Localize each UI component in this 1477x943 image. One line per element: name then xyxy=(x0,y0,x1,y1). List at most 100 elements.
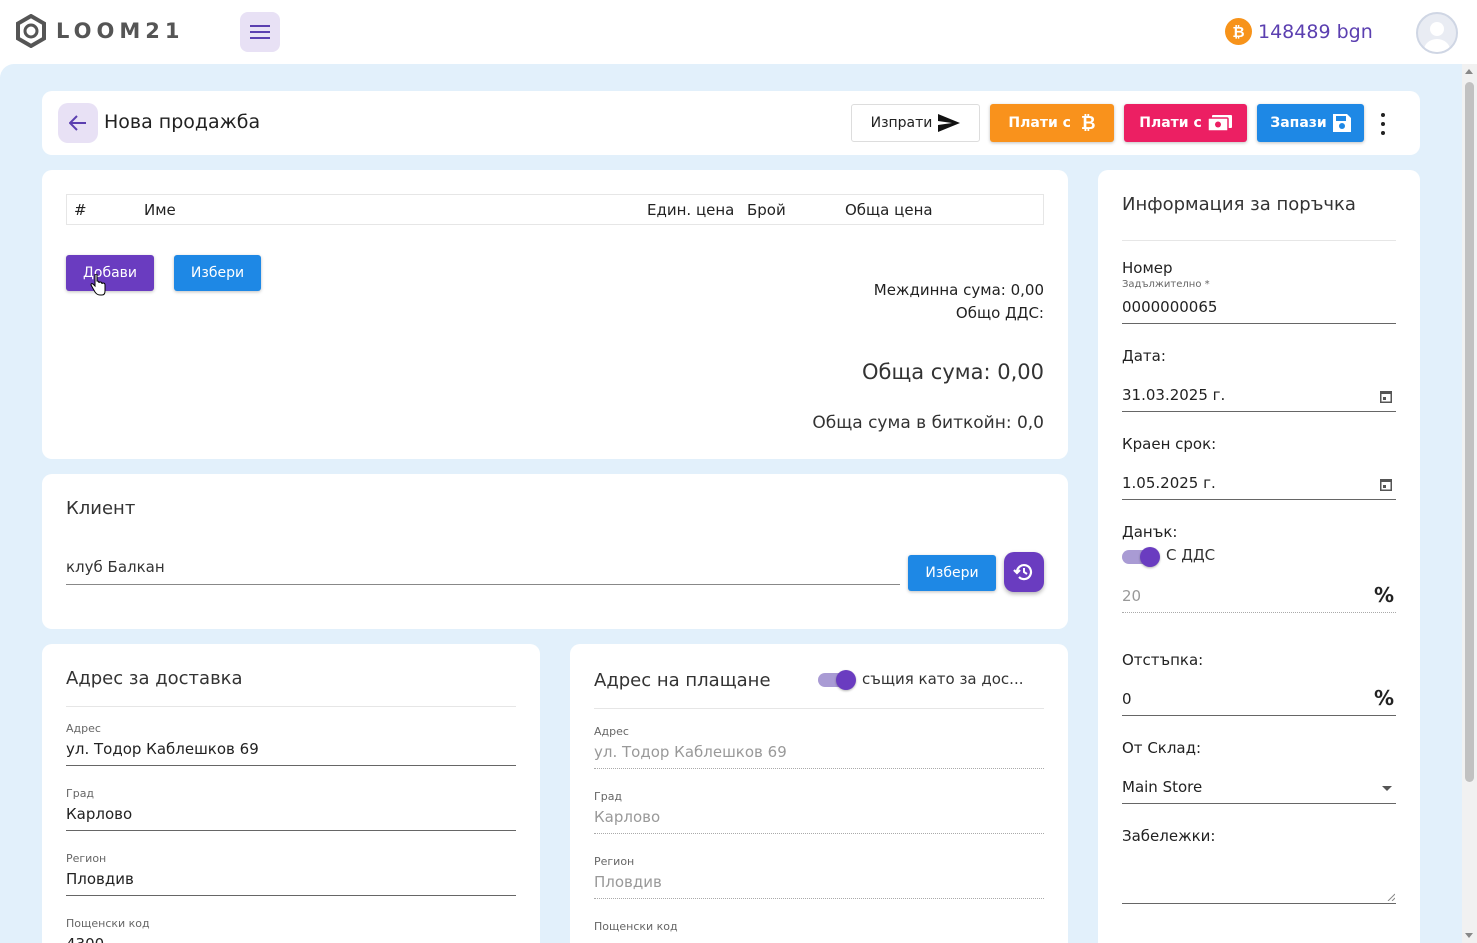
scroll-up-icon[interactable] xyxy=(1465,69,1473,74)
shipping-zip-input[interactable]: 4300 xyxy=(66,935,516,943)
shipping-region-label: Регион xyxy=(66,852,107,865)
user-icon xyxy=(1424,22,1450,52)
total-bitcoin-text: Обща сума в биткойн: 0,0 xyxy=(812,413,1044,433)
mouse-cursor-icon xyxy=(90,274,106,296)
notes-label: Забележки: xyxy=(1122,827,1216,845)
billing-address-input: ул. Тодор Каблешков 69 xyxy=(594,743,1044,769)
column-header-unit-price: Един. цена xyxy=(647,201,735,219)
vat-toggle-label: С ДДС xyxy=(1166,546,1216,564)
divider xyxy=(66,706,516,707)
due-date-label: Краен срок: xyxy=(1122,435,1217,453)
billing-address-card: Адрес на плащане същия като за дос... Ад… xyxy=(570,644,1068,943)
billing-city-input: Карлово xyxy=(594,808,1044,834)
dropdown-arrow-icon xyxy=(1382,786,1392,791)
column-header-name: Име xyxy=(144,201,176,219)
shipping-city-label: Град xyxy=(66,787,95,800)
client-input[interactable]: клуб Балкан xyxy=(66,558,900,585)
client-title: Клиент xyxy=(66,498,136,519)
pay-bitcoin-button[interactable]: Плати с ₿ xyxy=(990,104,1114,142)
logo[interactable]: LOOM21 xyxy=(14,14,184,48)
send-label: Изпрати xyxy=(870,115,933,131)
billing-city-label: Град xyxy=(594,790,623,803)
balance-amount: 148489 bgn xyxy=(1258,20,1373,43)
items-table-header: # Име Един. цена Брой Обща цена xyxy=(66,194,1044,225)
order-info-title: Информация за поръчка xyxy=(1122,194,1356,215)
tax-label: Данък: xyxy=(1122,523,1178,541)
choose-client-button[interactable]: Избери xyxy=(908,555,996,591)
choose-item-button[interactable]: Избери xyxy=(174,255,261,291)
billing-title: Адрес на плащане xyxy=(594,670,771,691)
more-options-icon[interactable] xyxy=(1378,113,1388,135)
resize-handle-icon[interactable] xyxy=(1387,893,1395,901)
shipping-address-card: Адрес за доставка Адрес ул. Тодор Каблеш… xyxy=(42,644,540,943)
menu-button[interactable] xyxy=(240,12,280,52)
shipping-region-input[interactable]: Пловдив xyxy=(66,870,516,896)
due-date-value: 1.05.2025 г. xyxy=(1122,474,1216,492)
vat-toggle[interactable] xyxy=(1122,547,1160,567)
pay-card-button[interactable]: Плати с xyxy=(1124,104,1247,142)
logo-icon xyxy=(16,14,46,48)
save-label: Запази xyxy=(1270,115,1327,131)
client-history-button[interactable] xyxy=(1004,552,1044,592)
calendar-icon[interactable] xyxy=(1380,390,1392,403)
save-button[interactable]: Запази xyxy=(1257,104,1364,142)
page-title: Нова продажба xyxy=(104,111,261,133)
content-area: Нова продажба Изпрати Плати с ₿ Плати с … xyxy=(0,64,1462,943)
discount-value: 0 xyxy=(1122,690,1132,708)
payment-card-icon xyxy=(1207,115,1232,131)
billing-region-label: Регион xyxy=(594,855,635,868)
percent-icon: % xyxy=(1373,583,1394,607)
vat-total-text: Общо ДДС: xyxy=(955,304,1044,322)
avatar[interactable] xyxy=(1416,12,1458,54)
billing-zip-label: Пощенски код xyxy=(594,920,678,933)
shipping-address-label: Адрес xyxy=(66,722,101,735)
divider xyxy=(1122,240,1396,241)
billing-region-input: Пловдив xyxy=(594,873,1044,899)
bitcoin-icon: ₿ xyxy=(1225,18,1252,45)
discount-input[interactable]: 0 % xyxy=(1122,686,1396,716)
tax-rate-input: 20 % xyxy=(1122,583,1396,613)
scroll-down-icon[interactable] xyxy=(1465,933,1473,938)
discount-label: Отстъпка: xyxy=(1122,651,1204,669)
shipping-address-input[interactable]: ул. Тодор Каблешков 69 xyxy=(66,740,516,766)
page-scrollbar[interactable] xyxy=(1462,64,1477,943)
balance-display: ₿ 148489 bgn xyxy=(1225,18,1373,45)
back-button[interactable] xyxy=(58,103,98,143)
hamburger-icon xyxy=(250,25,270,39)
required-hint: Задължително * xyxy=(1122,279,1210,290)
notes-textarea[interactable] xyxy=(1122,858,1396,904)
total-text: Обща сума: 0,00 xyxy=(862,360,1044,384)
column-header-quantity: Брой xyxy=(747,201,786,219)
column-header-total-price: Обща цена xyxy=(845,201,933,219)
shipping-city-input[interactable]: Карлово xyxy=(66,805,516,831)
order-info-card: Информация за поръчка Номер Задължително… xyxy=(1098,170,1420,943)
logo-text: LOOM21 xyxy=(56,19,185,43)
pay-card-label: Плати с xyxy=(1139,115,1202,131)
client-card: Клиент клуб Балкан Избери xyxy=(42,474,1068,629)
send-icon xyxy=(938,114,961,132)
send-button[interactable]: Изпрати xyxy=(851,104,980,142)
due-date-input[interactable]: 1.05.2025 г. xyxy=(1122,474,1396,500)
floppy-disk-icon xyxy=(1332,114,1351,132)
pay-bitcoin-label: Плати с xyxy=(1008,115,1071,131)
history-icon xyxy=(1013,564,1033,581)
bitcoin-icon: ₿ xyxy=(1080,112,1096,134)
subtotal-text: Междинна сума: 0,00 xyxy=(873,281,1044,299)
arrow-left-icon xyxy=(69,115,86,131)
calendar-icon[interactable] xyxy=(1380,478,1392,491)
same-as-shipping-toggle[interactable] xyxy=(818,670,856,690)
items-card: # Име Един. цена Брой Обща цена Добави И… xyxy=(42,170,1068,459)
number-label: Номер xyxy=(1122,259,1173,277)
tax-rate-value: 20 xyxy=(1122,587,1142,605)
shipping-title: Адрес за доставка xyxy=(66,668,243,689)
warehouse-select[interactable]: Main Store xyxy=(1122,778,1396,804)
add-item-button[interactable]: Добави xyxy=(66,255,154,291)
scrollbar-thumb[interactable] xyxy=(1465,82,1474,782)
order-number-input[interactable]: 0000000065 xyxy=(1122,298,1396,324)
percent-icon: % xyxy=(1373,686,1394,710)
shipping-zip-label: Пощенски код xyxy=(66,917,150,930)
column-header-number: # xyxy=(74,201,87,219)
date-input[interactable]: 31.03.2025 г. xyxy=(1122,386,1396,412)
divider xyxy=(594,708,1044,709)
top-bar: LOOM21 ₿ 148489 bgn xyxy=(0,0,1477,64)
